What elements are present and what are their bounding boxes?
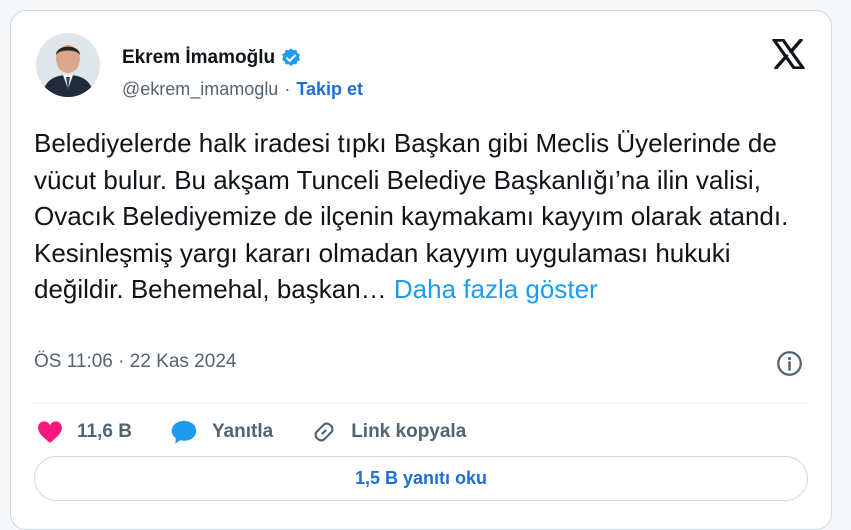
author-handle[interactable]: @ekrem_imamoglu <box>122 79 278 100</box>
handle-row: @ekrem_imamoglu · Takip et <box>122 79 363 100</box>
reply-button[interactable]: Yanıtla <box>170 419 273 445</box>
heart-icon <box>38 421 62 443</box>
x-logo-icon[interactable] <box>772 38 805 70</box>
tweet-timestamp[interactable]: ÖS 11:06 · 22 Kas 2024 <box>34 351 236 373</box>
like-count: 11,6 B <box>77 421 132 442</box>
info-icon[interactable] <box>776 350 803 377</box>
reply-icon <box>171 420 197 444</box>
show-more-link[interactable]: Daha fazla göster <box>394 274 598 304</box>
author-name[interactable]: Ekrem İmamoğlu <box>122 47 275 69</box>
tweet-text: Belediyelerde halk iradesi tıpkı Başkan … <box>34 125 814 308</box>
action-bar: 11,6 B Yanıtla Link kopyala <box>37 419 504 445</box>
tweet-card: Ekrem İmamoğlu @ekrem_imamoglu · Takip e… <box>10 10 832 530</box>
divider <box>34 403 808 404</box>
link-icon <box>314 422 334 442</box>
follow-button[interactable]: Takip et <box>296 79 363 100</box>
separator-dot: · <box>284 79 291 99</box>
read-replies-label: 1,5 B yanıtı oku <box>354 468 488 488</box>
avatar[interactable] <box>36 33 100 97</box>
verified-badge-icon <box>280 47 302 69</box>
reply-label: Yanıtla <box>211 421 274 442</box>
read-replies-button[interactable]: 1,5 B yanıtı oku <box>34 456 808 501</box>
author-name-row: Ekrem İmamoğlu <box>122 47 302 69</box>
like-button[interactable]: 11,6 B <box>37 420 132 444</box>
copy-link-button[interactable]: Link kopyala <box>311 419 466 445</box>
copy-link-label: Link kopyala <box>351 421 467 442</box>
